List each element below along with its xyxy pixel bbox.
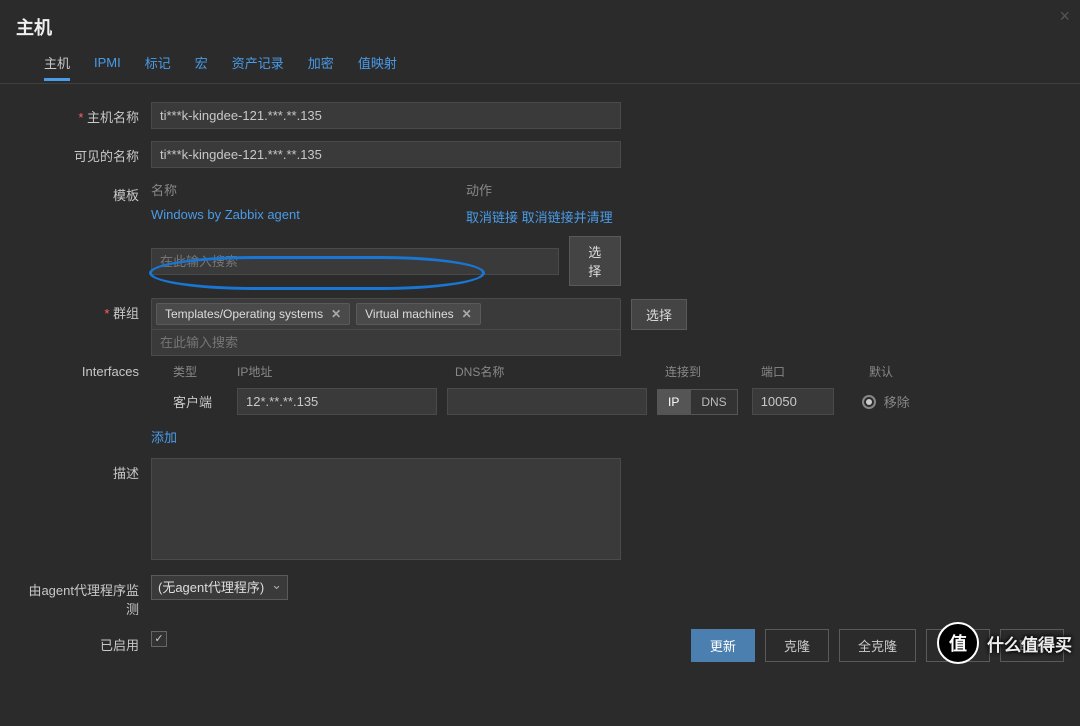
template-link[interactable]: Windows by Zabbix agent [151, 207, 466, 226]
col-port: 端口 [761, 363, 869, 380]
unlink-link[interactable]: 取消链接 [466, 210, 518, 225]
group-select-button[interactable]: 选择 [631, 299, 687, 330]
group-tag-container[interactable]: Templates/Operating systems ✕ Virtual ma… [151, 298, 621, 330]
group-tag: Templates/Operating systems ✕ [156, 303, 350, 325]
label-visible-name: 可见的名称 [16, 141, 151, 165]
label-host-name: 主机名称 [16, 102, 151, 126]
template-select-button[interactable]: 选择 [569, 236, 621, 286]
tab-tags[interactable]: 标记 [145, 53, 171, 81]
tab-host[interactable]: 主机 [44, 53, 70, 81]
col-conn: 连接到 [665, 363, 761, 380]
tab-inventory[interactable]: 资产记录 [232, 53, 284, 81]
col-ip: IP地址 [237, 363, 455, 380]
connect-ip-option[interactable]: IP [657, 389, 690, 415]
description-textarea[interactable] [151, 458, 621, 560]
label-groups: 群组 [16, 298, 151, 322]
connect-dns-option[interactable]: DNS [690, 389, 737, 415]
tab-encryption[interactable]: 加密 [308, 53, 334, 81]
watermark-text: 什么值得买 [987, 631, 1072, 656]
group-tag: Virtual machines ✕ [356, 303, 481, 325]
interface-dns-input[interactable] [447, 388, 647, 415]
tpl-col-name: 名称 [151, 180, 466, 199]
group-search-input[interactable] [151, 329, 621, 356]
interface-type-label: 客户端 [173, 392, 237, 411]
tab-valuemap[interactable]: 值映射 [358, 53, 397, 81]
modal-title: 主机 [0, 0, 1080, 50]
remove-interface-link[interactable]: 移除 [884, 392, 910, 411]
interface-ip-input[interactable] [237, 388, 437, 415]
remove-tag-icon[interactable]: ✕ [331, 307, 341, 321]
unlink-clear-link[interactable]: 取消链接并清理 [522, 210, 613, 225]
label-templates: 模板 [16, 180, 151, 204]
label-proxy: 由agent代理程序监测 [16, 575, 151, 618]
tab-macros[interactable]: 宏 [195, 53, 208, 81]
full-clone-button[interactable]: 全克隆 [839, 629, 916, 662]
connect-to-toggle: IP DNS [657, 389, 738, 415]
host-name-input[interactable] [151, 102, 621, 129]
group-tag-label: Templates/Operating systems [165, 307, 323, 321]
clone-button[interactable]: 克隆 [765, 629, 829, 662]
visible-name-input[interactable] [151, 141, 621, 168]
col-dns: DNS名称 [455, 363, 665, 380]
proxy-select[interactable]: (无agent代理程序) [151, 575, 288, 600]
label-enabled: 已启用 [16, 630, 151, 654]
tpl-col-action: 动作 [466, 180, 492, 199]
enabled-checkbox[interactable]: ✓ [151, 631, 167, 647]
remove-tag-icon[interactable]: ✕ [462, 307, 472, 321]
interface-port-input[interactable] [752, 388, 834, 415]
tab-bar: 主机 IPMI 标记 宏 资产记录 加密 值映射 [0, 50, 1080, 84]
watermark: 值 什么值得买 [937, 622, 1072, 664]
label-desc: 描述 [16, 458, 151, 482]
watermark-icon: 值 [937, 622, 979, 664]
interface-row: 客户端 IP DNS 移除 [151, 388, 931, 415]
template-search-input[interactable] [151, 248, 559, 275]
close-icon[interactable]: × [1059, 6, 1070, 27]
tab-ipmi[interactable]: IPMI [94, 55, 121, 79]
col-default: 默认 [869, 363, 929, 380]
default-interface-radio[interactable] [862, 395, 876, 409]
group-tag-label: Virtual machines [365, 307, 454, 321]
update-button[interactable]: 更新 [691, 629, 755, 662]
add-interface-link[interactable]: 添加 [151, 430, 177, 445]
col-type: 类型 [173, 363, 237, 380]
label-interfaces: Interfaces [16, 359, 151, 379]
